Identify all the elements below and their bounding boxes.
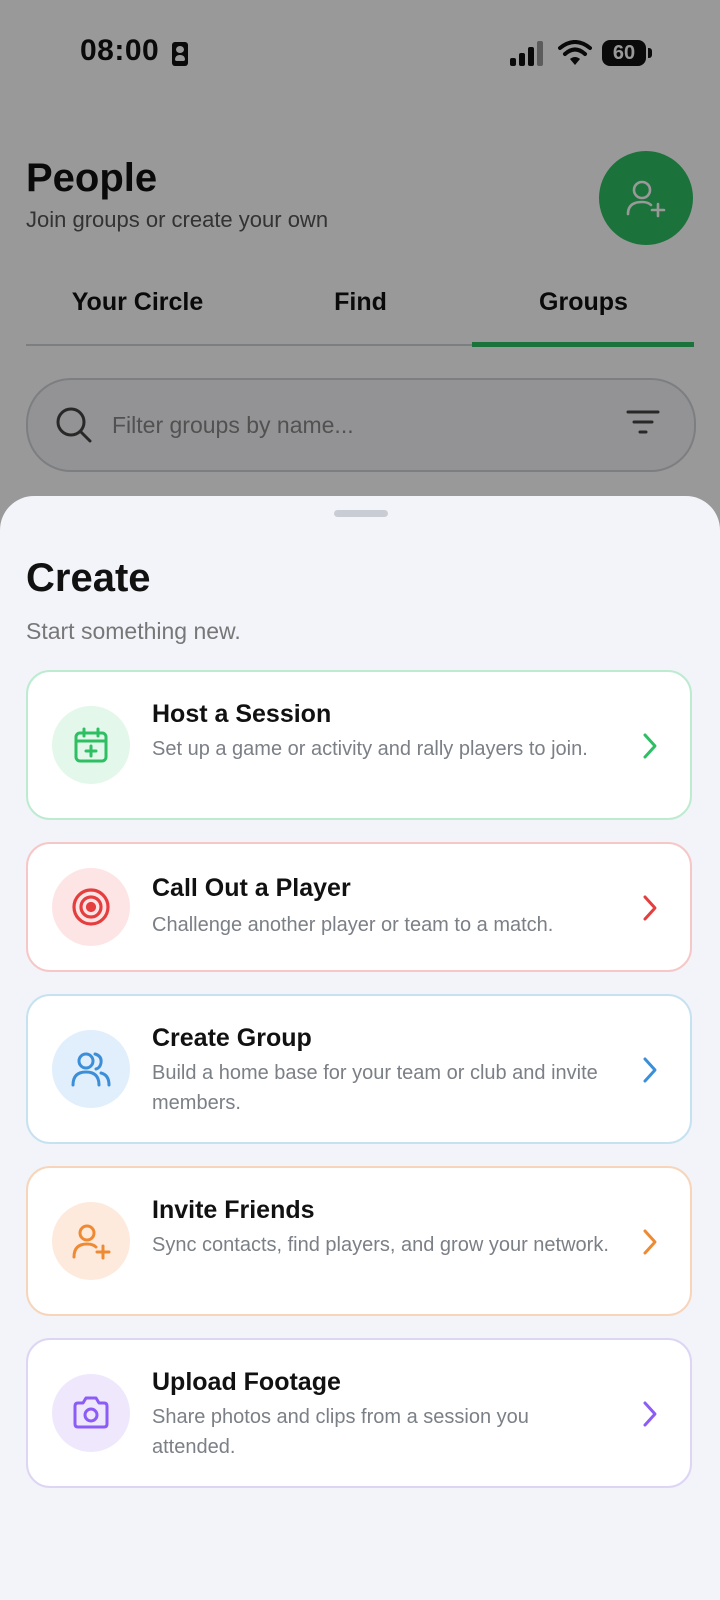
chevron-right-icon: [643, 733, 657, 759]
user-plus-icon: [72, 1224, 111, 1260]
option-title: Call Out a Player: [152, 874, 351, 902]
option-title: Create Group: [152, 1024, 312, 1052]
sheet-drag-handle[interactable]: [334, 510, 388, 517]
create-group-icon-circle: [52, 1030, 130, 1108]
chevron-right-icon: [643, 1401, 657, 1427]
sheet-subtitle: Start something new.: [26, 618, 241, 644]
invite-friends-icon-circle: [52, 1202, 130, 1280]
call-out-icon-circle: [52, 868, 130, 946]
option-description: Sync contacts, find players, and grow yo…: [152, 1234, 609, 1256]
option-description: Challenge another player or team to a ma…: [152, 914, 554, 936]
invite-friends-option[interactable]: Invite Friends Sync contacts, find playe…: [26, 1166, 692, 1316]
upload-footage-icon-circle: [52, 1374, 130, 1452]
create-bottom-sheet: Create Start something new. Host a Sessi…: [0, 496, 720, 1600]
option-description: Build a home base for your team or club …: [152, 1062, 598, 1114]
option-title: Invite Friends: [152, 1196, 315, 1224]
call-out-player-option[interactable]: Call Out a Player Challenge another play…: [26, 842, 692, 972]
chevron-right-icon: [643, 895, 657, 921]
users-icon: [71, 1052, 111, 1087]
option-title: Host a Session: [152, 700, 332, 728]
calendar-plus-icon: [74, 727, 108, 763]
camera-icon: [73, 1396, 109, 1429]
create-group-option[interactable]: Create Group Build a home base for your …: [26, 994, 692, 1144]
upload-footage-option[interactable]: Upload Footage Share photos and clips fr…: [26, 1338, 692, 1488]
option-description: Share photos and clips from a session yo…: [152, 1406, 529, 1458]
host-session-icon-circle: [52, 706, 130, 784]
option-description: Set up a game or activity and rally play…: [152, 738, 588, 760]
option-title: Upload Footage: [152, 1368, 341, 1396]
sheet-title: Create: [26, 556, 151, 600]
host-session-option[interactable]: Host a Session Set up a game or activity…: [26, 670, 692, 820]
chevron-right-icon: [643, 1229, 657, 1255]
target-icon: [72, 888, 110, 926]
chevron-right-icon: [643, 1057, 657, 1083]
